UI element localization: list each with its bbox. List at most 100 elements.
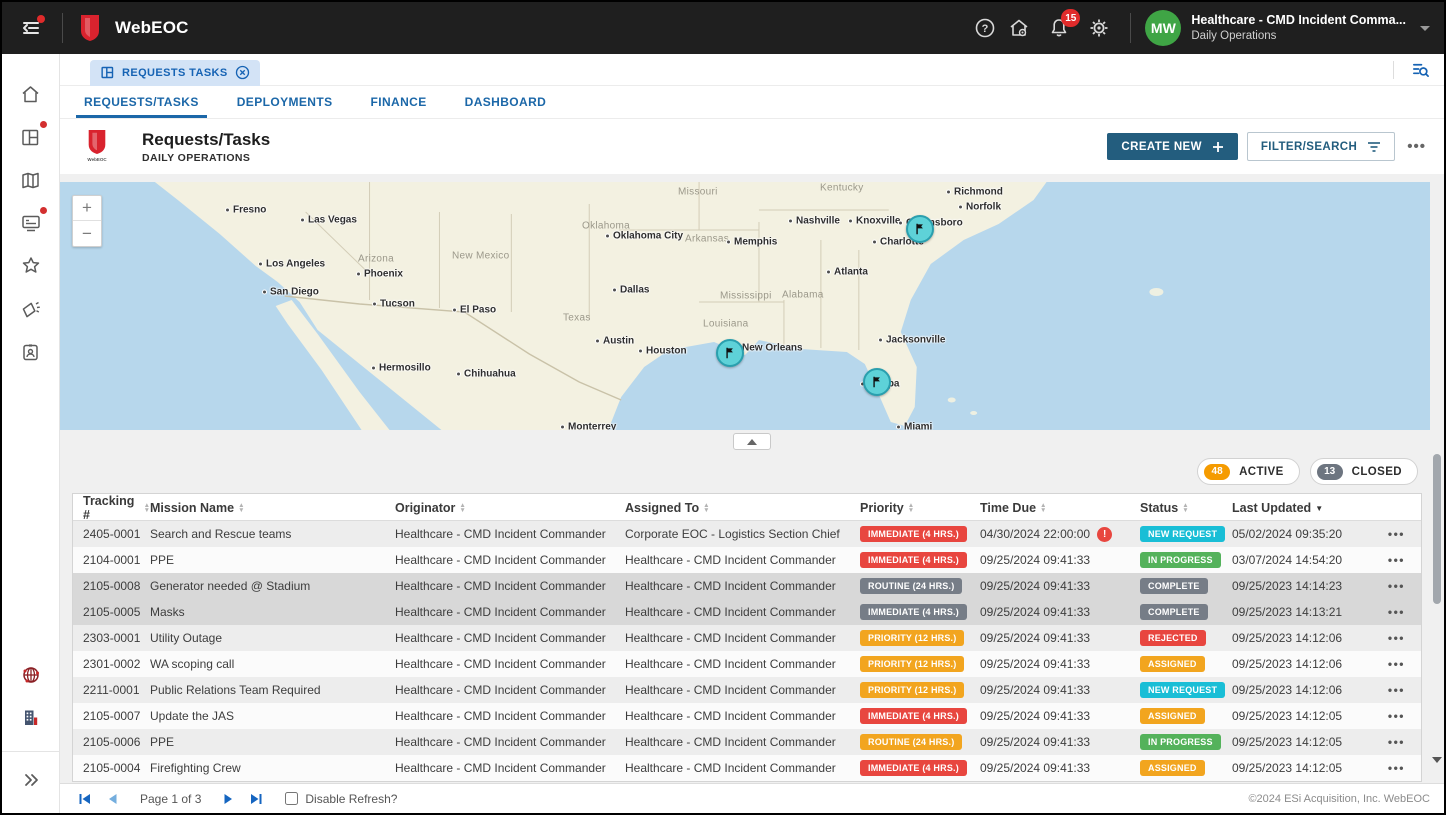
collapse-map-button[interactable] bbox=[733, 433, 771, 450]
row-actions-button[interactable]: ••• bbox=[1382, 735, 1421, 749]
first-page-button[interactable] bbox=[78, 792, 92, 806]
user-avatar[interactable]: MW bbox=[1145, 10, 1181, 46]
cell-assigned-to: Corporate EOC - Logistics Section Chief bbox=[625, 527, 860, 541]
row-actions-button[interactable]: ••• bbox=[1382, 631, 1421, 645]
row-actions-button[interactable]: ••• bbox=[1382, 657, 1421, 671]
settings-gear-icon[interactable] bbox=[1082, 11, 1116, 45]
cell-time-due: 04/30/2024 22:00:00! bbox=[980, 527, 1140, 542]
tampa-marker[interactable] bbox=[863, 368, 891, 396]
city-dot bbox=[225, 208, 230, 213]
new-orleans-marker[interactable] bbox=[716, 339, 744, 367]
help-icon[interactable]: ? bbox=[968, 11, 1002, 45]
table-row[interactable]: 2105-0006PPEHealthcare - CMD Incident Co… bbox=[73, 729, 1421, 755]
status-badge: NEW REQUEST bbox=[1140, 682, 1225, 698]
expand-sidebar-button[interactable] bbox=[13, 762, 49, 798]
column-header-originator[interactable]: Originator▲▼ bbox=[395, 501, 625, 515]
divider bbox=[1130, 13, 1131, 43]
cell-priority: IMMEDIATE (4 HRS.) bbox=[860, 604, 980, 620]
column-header-last-updated[interactable]: Last Updated▼ bbox=[1232, 501, 1382, 515]
priority-badge: ROUTINE (24 HRS.) bbox=[860, 734, 962, 750]
tab-deployments[interactable]: DEPLOYMENTS bbox=[235, 86, 335, 118]
previous-page-button[interactable] bbox=[106, 792, 120, 806]
greensboro-marker[interactable] bbox=[906, 215, 934, 243]
row-actions-button[interactable]: ••• bbox=[1382, 761, 1421, 775]
zoom-out-button[interactable]: − bbox=[73, 221, 101, 246]
board-chip-requests-tasks[interactable]: REQUESTS TASKS bbox=[90, 60, 260, 86]
filter-search-button[interactable]: FILTER/SEARCH bbox=[1247, 132, 1395, 161]
collapse-menu-button[interactable] bbox=[14, 11, 48, 45]
row-actions-button[interactable]: ••• bbox=[1382, 605, 1421, 619]
disable-refresh-checkbox[interactable] bbox=[285, 792, 298, 805]
city-name: Jacksonville bbox=[886, 335, 945, 346]
table-row[interactable]: 2301-0002WA scoping callHealthcare - CMD… bbox=[73, 651, 1421, 677]
row-actions-button[interactable]: ••• bbox=[1382, 683, 1421, 697]
scrollbar-down-arrow[interactable] bbox=[1432, 757, 1442, 763]
city-name: Miami bbox=[904, 422, 932, 431]
cell-originator: Healthcare - CMD Incident Commander bbox=[395, 553, 625, 567]
table-row[interactable]: 2104-0001PPEHealthcare - CMD Incident Co… bbox=[73, 547, 1421, 573]
sidebar-item-maps[interactable] bbox=[13, 162, 49, 198]
row-actions-button[interactable]: ••• bbox=[1382, 553, 1421, 567]
column-label: Time Due bbox=[980, 501, 1036, 515]
cell-tracking-number: 2105-0007 bbox=[83, 709, 150, 723]
row-actions-button[interactable]: ••• bbox=[1382, 527, 1421, 541]
cell-assigned-to: Healthcare - CMD Incident Commander bbox=[625, 553, 860, 567]
time-due-value: 09/25/2024 09:41:33 bbox=[980, 605, 1090, 619]
close-icon[interactable] bbox=[235, 65, 250, 80]
column-header-assigned-to[interactable]: Assigned To▲▼ bbox=[625, 501, 860, 515]
sidebar-item-announcements[interactable] bbox=[13, 291, 49, 327]
column-header-priority[interactable]: Priority▲▼ bbox=[860, 501, 980, 515]
column-header-tracking[interactable]: Tracking #▲▼ bbox=[83, 494, 150, 522]
city-dot bbox=[788, 219, 793, 224]
table-row[interactable]: 2105-0008Generator needed @ StadiumHealt… bbox=[73, 573, 1421, 599]
table-row[interactable]: 2105-0007Update the JASHealthcare - CMD … bbox=[73, 703, 1421, 729]
chevron-down-icon[interactable] bbox=[1420, 26, 1430, 31]
city-dot bbox=[958, 205, 963, 210]
city-name: Fresno bbox=[233, 205, 266, 216]
city-dot bbox=[605, 234, 610, 239]
active-filter-button[interactable]: 48 ACTIVE bbox=[1197, 458, 1300, 485]
sort-icon: ▲▼ bbox=[1040, 503, 1046, 513]
notifications-icon[interactable]: 15 bbox=[1042, 11, 1076, 45]
scrollbar-thumb[interactable] bbox=[1433, 454, 1441, 604]
map-panel[interactable]: MissouriKentuckyOklahomaArkansasNew Mexi… bbox=[60, 182, 1430, 430]
map-city-label-chihuahua: Chihuahua bbox=[456, 369, 516, 380]
city-name: Knoxville bbox=[856, 216, 900, 227]
sidebar-item-plugins[interactable] bbox=[13, 248, 49, 284]
cell-last-updated: 09/25/2023 14:12:05 bbox=[1232, 735, 1382, 749]
closed-filter-button[interactable]: 13 CLOSED bbox=[1310, 458, 1418, 485]
cell-mission-name: PPE bbox=[150, 735, 395, 749]
board-search-icon[interactable] bbox=[1406, 56, 1434, 84]
row-actions-button[interactable]: ••• bbox=[1382, 579, 1421, 593]
sidebar-item-messages[interactable] bbox=[13, 205, 49, 241]
tab-requests-tasks[interactable]: REQUESTS/TASKS bbox=[82, 86, 201, 118]
sidebar-item-fusion-globe[interactable] bbox=[13, 657, 49, 693]
last-page-button[interactable] bbox=[249, 792, 263, 806]
table-row[interactable]: 2405-0001Search and Rescue teamsHealthca… bbox=[73, 521, 1421, 547]
page-more-button[interactable]: ••• bbox=[1407, 138, 1426, 155]
sidebar-item-organization[interactable] bbox=[13, 700, 49, 736]
create-new-button[interactable]: CREATE NEW bbox=[1107, 133, 1237, 160]
sidebar-item-contacts[interactable] bbox=[13, 334, 49, 370]
table-row[interactable]: 2105-0005MasksHealthcare - CMD Incident … bbox=[73, 599, 1421, 625]
account-switcher[interactable]: Healthcare - CMD Incident Comma... Daily… bbox=[1191, 13, 1406, 43]
tab-dashboard[interactable]: DASHBOARD bbox=[463, 86, 549, 118]
sidebar-item-boards[interactable] bbox=[13, 119, 49, 155]
table-row[interactable]: 2211-0001Public Relations Team RequiredH… bbox=[73, 677, 1421, 703]
column-header-status[interactable]: Status▲▼ bbox=[1140, 501, 1232, 515]
table-body: 2405-0001Search and Rescue teamsHealthca… bbox=[73, 521, 1421, 781]
home-settings-icon[interactable] bbox=[1002, 11, 1036, 45]
sidebar-item-home[interactable] bbox=[13, 76, 49, 112]
status-filter-row: 48 ACTIVE 13 CLOSED bbox=[60, 450, 1444, 493]
column-header-mission-name[interactable]: Mission Name▲▼ bbox=[150, 501, 395, 515]
next-page-button[interactable] bbox=[221, 792, 235, 806]
row-actions-button[interactable]: ••• bbox=[1382, 709, 1421, 723]
table-row[interactable]: 2105-0004Firefighting CrewHealthcare - C… bbox=[73, 755, 1421, 781]
zoom-in-button[interactable]: + bbox=[73, 196, 101, 221]
table-row[interactable]: 2303-0001Utility OutageHealthcare - CMD … bbox=[73, 625, 1421, 651]
city-dot bbox=[872, 240, 877, 245]
column-header-time-due[interactable]: Time Due ▲▼ bbox=[980, 501, 1140, 515]
cell-mission-name: Masks bbox=[150, 605, 395, 619]
tab-finance[interactable]: FINANCE bbox=[368, 86, 428, 118]
vertical-scrollbar[interactable] bbox=[1431, 182, 1443, 781]
